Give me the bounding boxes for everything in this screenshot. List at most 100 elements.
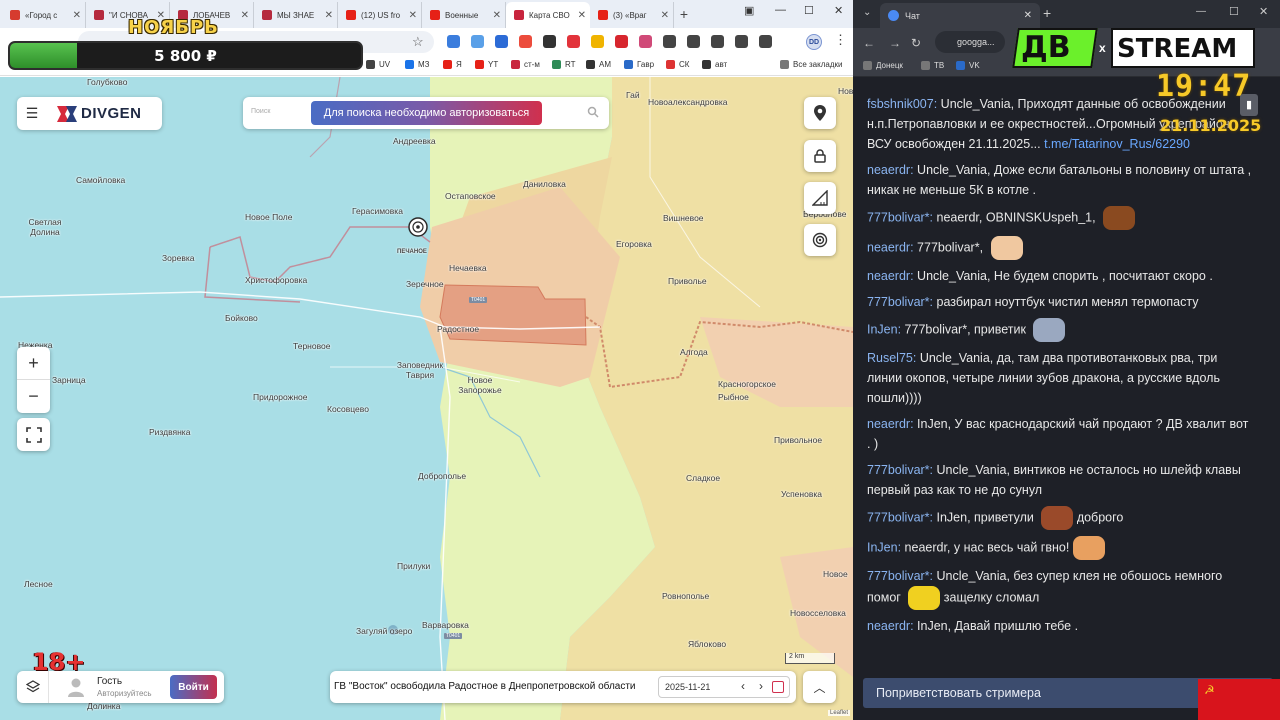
bookmark-item[interactable]: YT (475, 60, 498, 69)
news-headline[interactable]: ГВ "Восток" освободила Радостное в Днепр… (334, 681, 636, 692)
chat-nick[interactable]: InJen: (867, 540, 901, 554)
hamburger-menu-icon[interactable]: ☰ (17, 105, 47, 122)
extension-icon[interactable] (519, 35, 532, 48)
close-window-icon[interactable]: ✕ (834, 4, 843, 17)
chat-nick[interactable]: 777bolivar*: (867, 295, 933, 309)
search-icon[interactable] (587, 106, 599, 118)
maximize-icon[interactable]: ☐ (1229, 5, 1239, 18)
map-search-box[interactable]: Поиск Для поиска необходимо авторизовать… (243, 97, 609, 129)
chat-nick[interactable]: neaerdr: (867, 417, 914, 431)
date-prev-icon[interactable]: ‹ (741, 679, 745, 693)
tab-search-icon[interactable]: ▣ (744, 4, 754, 17)
chat-link[interactable]: t.me/Tatarinov_Rus/62290 (1044, 137, 1190, 151)
bookmark-item[interactable]: Все закладки (780, 60, 842, 69)
tab-close-icon[interactable]: ✕ (493, 10, 501, 21)
bookmark-item[interactable]: АМ (586, 60, 611, 69)
maximize-icon[interactable]: ☐ (804, 4, 814, 17)
extension-icon[interactable] (567, 35, 580, 48)
tab-close-icon[interactable]: ✕ (325, 10, 333, 21)
minimize-icon[interactable]: — (1196, 6, 1206, 17)
chat-message-list: fsbshnik007: Uncle_Vania, Приходят данны… (867, 94, 1252, 642)
browser-tab[interactable]: Карта СВО ✕ (506, 2, 590, 28)
bookmark-item[interactable]: VK (956, 61, 980, 70)
zoom-out-button[interactable]: − (17, 380, 50, 413)
extension-icon[interactable] (759, 35, 772, 48)
bookmark-item[interactable]: авт (702, 60, 727, 69)
chat-nick[interactable]: neaerdr: (867, 163, 914, 177)
extension-icon[interactable] (447, 35, 460, 48)
map-attribution[interactable]: Leaflet (828, 710, 851, 716)
bookmark-star-icon[interactable]: ☆ (412, 34, 424, 50)
bookmark-item[interactable]: Я (443, 60, 462, 69)
lock-button[interactable] (804, 140, 836, 172)
close-window-icon[interactable]: ✕ (1259, 5, 1268, 18)
chat-address-bar[interactable]: googga... (935, 31, 1005, 53)
fullscreen-button[interactable] (17, 418, 50, 451)
chat-nick[interactable]: neaerdr: (867, 240, 914, 254)
back-icon[interactable]: ← (863, 36, 875, 50)
login-button[interactable]: Войти (170, 675, 217, 699)
tab-close-icon[interactable]: ✕ (409, 10, 417, 21)
zoom-in-button[interactable]: + (17, 347, 50, 380)
bookmark-item[interactable]: МЗ (405, 60, 430, 69)
extension-icon[interactable] (639, 35, 652, 48)
map-canvas[interactable]: Голубково Самойловка Светлая Долина Новое П… (0, 77, 853, 720)
extension-icon[interactable] (711, 35, 724, 48)
bookmark-item[interactable]: Гавр (624, 60, 654, 69)
bookmark-item[interactable]: СК (666, 60, 689, 69)
chat-nick[interactable]: fsbshnik007: (867, 97, 937, 111)
extension-icon[interactable] (471, 35, 484, 48)
extension-icon[interactable] (663, 35, 676, 48)
forward-icon[interactable]: → (889, 36, 901, 50)
bookmark-item[interactable]: RT (552, 60, 576, 69)
minimize-icon[interactable]: — (775, 4, 786, 16)
browser-tab[interactable]: (12) US fro ✕ (338, 2, 422, 28)
bookmark-item[interactable]: ст-м (511, 60, 540, 69)
tab-close-icon[interactable]: ✕ (578, 10, 586, 21)
date-next-icon[interactable]: › (759, 679, 763, 693)
extension-icon[interactable] (687, 35, 700, 48)
extension-icon[interactable] (615, 35, 628, 48)
chat-nick[interactable]: neaerdr: (867, 269, 914, 283)
extension-icon[interactable] (543, 35, 556, 48)
chat-nick[interactable]: neaerdr: (867, 619, 914, 633)
new-tab-icon[interactable]: + (1043, 5, 1051, 21)
bookmark-item[interactable]: ТВ (921, 61, 944, 70)
calendar-icon[interactable] (772, 681, 784, 693)
chat-nick[interactable]: 777bolivar*: (867, 463, 933, 477)
new-tab-icon[interactable]: + (674, 6, 694, 22)
tab-close-icon[interactable]: ✕ (73, 10, 81, 21)
browser-tab[interactable]: (3) «Враг ✕ (590, 2, 674, 28)
reload-icon[interactable]: ↻ (911, 36, 921, 50)
browser-tab[interactable]: МЫ ЗНАЕ ✕ (254, 2, 338, 28)
expand-up-button[interactable]: ︿ (803, 671, 836, 703)
tab-close-icon[interactable]: ✕ (661, 10, 669, 21)
browser-tab[interactable]: Военные ✕ (422, 2, 506, 28)
chat-nick[interactable]: 777bolivar*: (867, 210, 933, 224)
ruler-button[interactable] (804, 182, 836, 214)
target-button[interactable] (804, 224, 836, 256)
chat-nick[interactable]: 777bolivar*: (867, 510, 933, 524)
tab-close-icon[interactable]: ✕ (1024, 10, 1032, 21)
auth-required-button[interactable]: Для поиска необходимо авторизоваться (311, 101, 542, 125)
date-picker[interactable]: 2025-11-21 ‹ › (658, 676, 790, 698)
chat-nick[interactable]: InJen: (867, 322, 901, 336)
chat-nick[interactable]: Rusel75: (867, 351, 916, 365)
extension-icon[interactable] (591, 35, 604, 48)
tab-chat[interactable]: Чат ✕ (880, 3, 1040, 28)
layers-button[interactable] (17, 671, 49, 703)
extension-icon[interactable] (735, 35, 748, 48)
bookmark-item[interactable]: UV (366, 60, 390, 69)
tab-favicon-icon (10, 10, 20, 20)
chat-pin-icon[interactable]: ▮ (1240, 94, 1258, 116)
extension-icon[interactable] (495, 35, 508, 48)
browser-tab[interactable]: «Город с ✕ (2, 2, 86, 28)
chat-nick[interactable]: 777bolivar*: (867, 569, 933, 583)
location-pin-button[interactable] (804, 97, 836, 129)
profile-avatar[interactable]: DD (806, 34, 822, 50)
tab-close-icon[interactable]: ✕ (241, 10, 249, 21)
chat-text: Uncle_Vania, да, там два противотанковых… (867, 351, 1220, 405)
tab-search-icon[interactable]: ⌄ (863, 7, 871, 18)
bookmark-item[interactable]: Донецк (863, 61, 903, 70)
browser-menu-icon[interactable]: ⋮ (834, 32, 847, 48)
